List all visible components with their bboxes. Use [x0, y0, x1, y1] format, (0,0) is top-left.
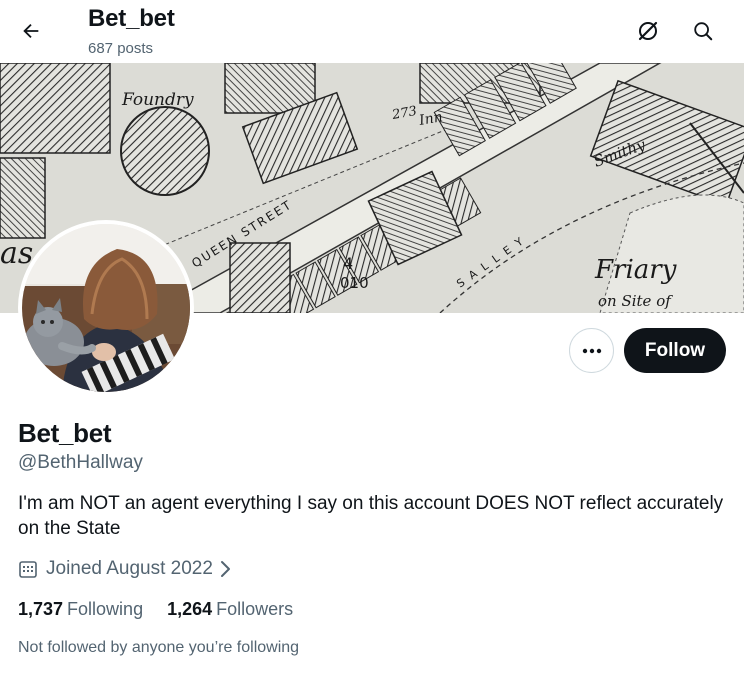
- map-label-plot-ref: 010: [340, 274, 369, 292]
- map-label-plot-number: 4: [343, 254, 353, 273]
- user-handle: @BethHallway: [18, 452, 143, 473]
- profile-bio: I'm am NOT an agent everything I say on …: [18, 493, 724, 539]
- chevron-right-icon[interactable]: [219, 560, 231, 578]
- more-icon: [582, 348, 602, 354]
- calendar-icon: [18, 559, 38, 579]
- display-name: Bet_bet: [18, 418, 112, 448]
- followers-count: 1,264: [167, 599, 213, 619]
- avatar-photo: [22, 224, 190, 392]
- followers-link[interactable]: 1,264 Followers: [167, 599, 293, 620]
- map-label-foundry: Foundry: [121, 90, 194, 110]
- search-icon: [692, 20, 714, 42]
- map-label-friary: Friary: [594, 255, 677, 285]
- back-button[interactable]: [12, 12, 50, 50]
- profile-header: Bet_bet 687 posts: [0, 0, 744, 63]
- grok-button[interactable]: [629, 12, 667, 50]
- avatar[interactable]: [18, 220, 194, 396]
- follow-button[interactable]: Follow: [624, 328, 726, 373]
- follow-stats: 1,737 Following 1,264 Followers: [18, 599, 317, 620]
- header-title: Bet_bet: [88, 5, 175, 32]
- arrow-left-icon: [20, 20, 42, 42]
- following-label: Following: [67, 599, 144, 619]
- mutual-followers-text: Not followed by anyone you’re following: [18, 639, 300, 656]
- more-button[interactable]: [569, 328, 614, 373]
- search-button[interactable]: [684, 12, 722, 50]
- post-count: 687 posts: [88, 40, 154, 57]
- joined-date: Joined August 2022: [18, 556, 231, 582]
- map-label-on-site-of: on Site of: [598, 292, 673, 310]
- following-link[interactable]: 1,737 Following: [18, 599, 143, 620]
- followers-label: Followers: [216, 599, 294, 619]
- grok-icon: [636, 19, 660, 43]
- following-count: 1,737: [18, 599, 64, 619]
- joined-label: Joined August 2022: [46, 558, 213, 579]
